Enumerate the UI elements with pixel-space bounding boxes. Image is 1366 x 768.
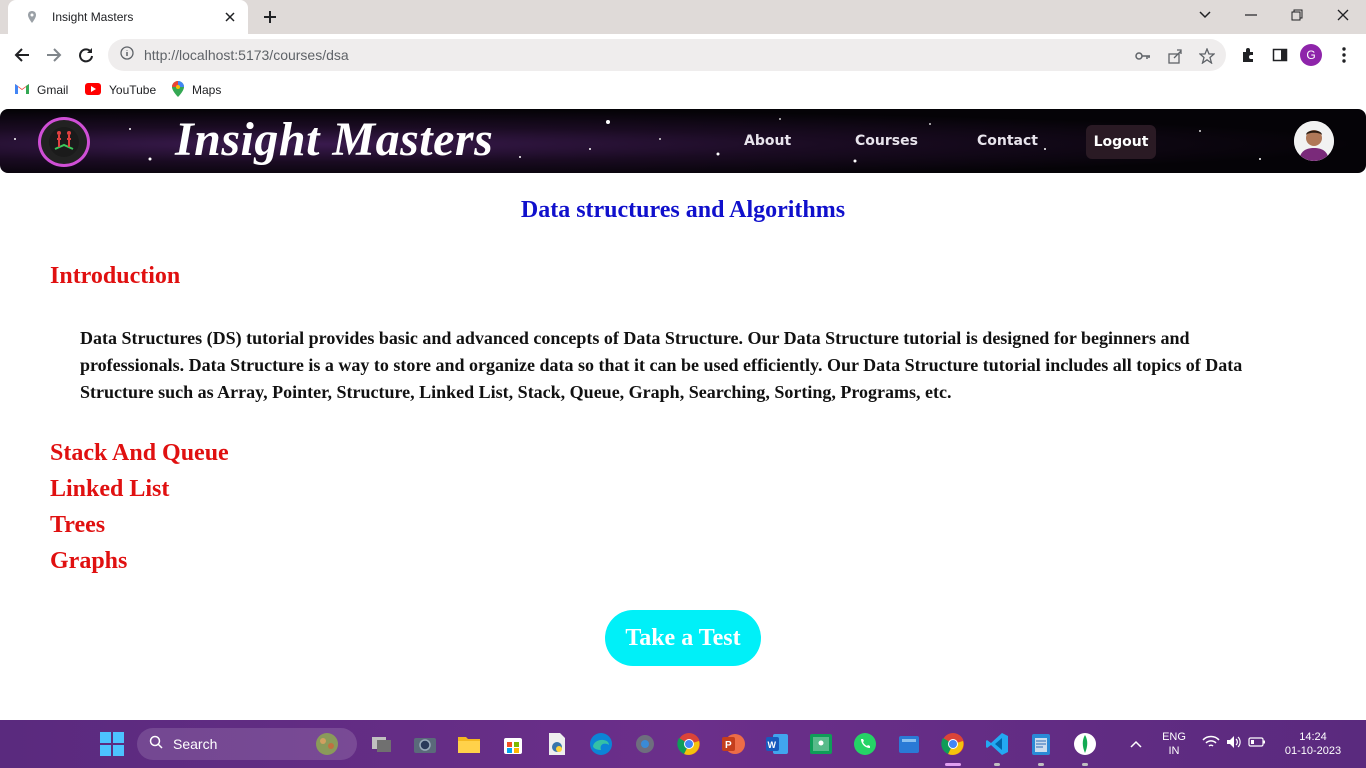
nav-about[interactable]: About [744,133,791,149]
chrome-icon[interactable] [675,730,703,758]
more-menu-icon[interactable] [1334,45,1354,65]
svg-text:W: W [768,740,777,750]
extensions-puzzle-icon[interactable] [1238,45,1258,65]
svg-text:P: P [725,740,732,751]
region-code: IN [1168,745,1180,757]
gmail-icon [15,83,29,97]
side-panel-icon[interactable] [1270,45,1290,65]
search-label: Search [173,736,218,752]
clock-date: 01-10-2023 [1284,745,1342,757]
windows-taskbar: Search P W ENG IN 14:24 01-10-2023 [0,720,1366,768]
microsoft-store-icon[interactable] [499,730,527,758]
user-avatar[interactable] [1294,121,1334,161]
bookmark-youtube[interactable]: YouTube [85,81,156,99]
nav-contact[interactable]: Contact [977,133,1038,149]
restore-icon[interactable] [1274,0,1320,30]
browser-tab[interactable]: Insight Masters [8,0,248,34]
notepad-icon[interactable] [1027,730,1055,766]
section-graphs[interactable]: Graphs [50,548,127,575]
maps-icon [172,80,184,100]
minimize-icon[interactable] [1228,0,1274,30]
learning-logo-icon [49,127,79,157]
google-classroom-icon[interactable] [807,730,835,758]
edge-browser-icon[interactable] [587,730,615,758]
bookmarks-bar: Gmail YouTube Maps [0,76,1366,104]
star-bookmark-icon[interactable] [1198,47,1216,65]
file-explorer-icon[interactable] [455,730,483,758]
tab-title: Insight Masters [52,10,134,24]
close-window-icon[interactable] [1320,0,1366,30]
python-file-icon[interactable] [543,730,571,758]
language-code: ENG [1162,731,1186,743]
back-arrow-icon[interactable] [9,42,35,68]
active-app-indicator [945,763,961,766]
task-view-icon[interactable] [368,730,396,758]
section-introduction[interactable]: Introduction [50,263,180,290]
close-tab-icon[interactable] [222,9,238,25]
powerpoint-icon[interactable]: P [719,730,747,758]
key-icon[interactable] [1134,47,1152,65]
profile-avatar[interactable]: G [1300,44,1322,66]
camera-app-icon[interactable] [411,730,439,758]
share-icon[interactable] [1166,47,1184,65]
taskbar-search[interactable]: Search [137,728,357,760]
take-test-button[interactable]: Take a Test [605,610,761,666]
nav-courses[interactable]: Courses [855,133,918,149]
bookmark-gmail[interactable]: Gmail [15,81,68,99]
introduction-paragraph: Data Structures (DS) tutorial provides b… [80,328,1243,402]
user-photo-icon [1294,121,1334,161]
input-language[interactable]: ENG IN [1156,730,1192,758]
hidden-icons-chevron-icon[interactable] [1122,730,1150,758]
address-bar[interactable]: http://localhost:5173/courses/dsa [108,39,1226,71]
map-pin-favicon-icon [24,9,40,25]
running-app-indicator [1082,763,1088,766]
bookmark-maps[interactable]: Maps [172,80,221,100]
settings-gear-icon[interactable] [631,730,659,758]
chrome-active-icon[interactable] [939,730,967,766]
search-icon [149,735,163,754]
browser-toolbar: http://localhost:5173/courses/dsa G [0,34,1366,76]
url-text: http://localhost:5173/courses/dsa [144,47,349,63]
file-manager-icon[interactable] [895,730,923,758]
wifi-icon [1202,735,1220,754]
new-tab-icon[interactable] [258,6,282,28]
section-stack-and-queue[interactable]: Stack And Queue [50,440,229,467]
forward-arrow-icon[interactable] [41,42,67,68]
clock-time: 14:24 [1299,731,1327,743]
logout-button[interactable]: Logout [1086,125,1156,159]
mongodb-compass-icon[interactable] [1071,730,1099,766]
section-linked-list[interactable]: Linked List [50,476,169,503]
reload-icon[interactable] [73,42,99,68]
volume-icon [1226,735,1242,754]
windows-start-icon[interactable] [98,730,126,758]
youtube-icon [85,82,101,98]
system-tray[interactable] [1198,730,1270,758]
brand-title[interactable]: Insight Masters [175,112,493,167]
site-logo[interactable] [38,117,90,167]
running-app-indicator [1038,763,1044,766]
whatsapp-icon[interactable] [851,730,879,758]
clock[interactable]: 14:24 01-10-2023 [1280,730,1346,758]
running-app-indicator [994,763,1000,766]
site-info-icon[interactable] [120,45,134,65]
browser-tab-bar: Insight Masters [0,0,1366,34]
battery-icon [1248,735,1266,753]
page-title: Data structures and Algorithms [520,197,846,223]
section-trees[interactable]: Trees [50,512,105,539]
search-highlight-icon [313,731,343,762]
word-icon[interactable]: W [763,730,791,758]
vscode-icon[interactable] [983,730,1011,766]
site-header: Insight Masters About Courses Contact Lo… [0,109,1366,173]
tab-search-chevron-icon[interactable] [1182,0,1228,30]
